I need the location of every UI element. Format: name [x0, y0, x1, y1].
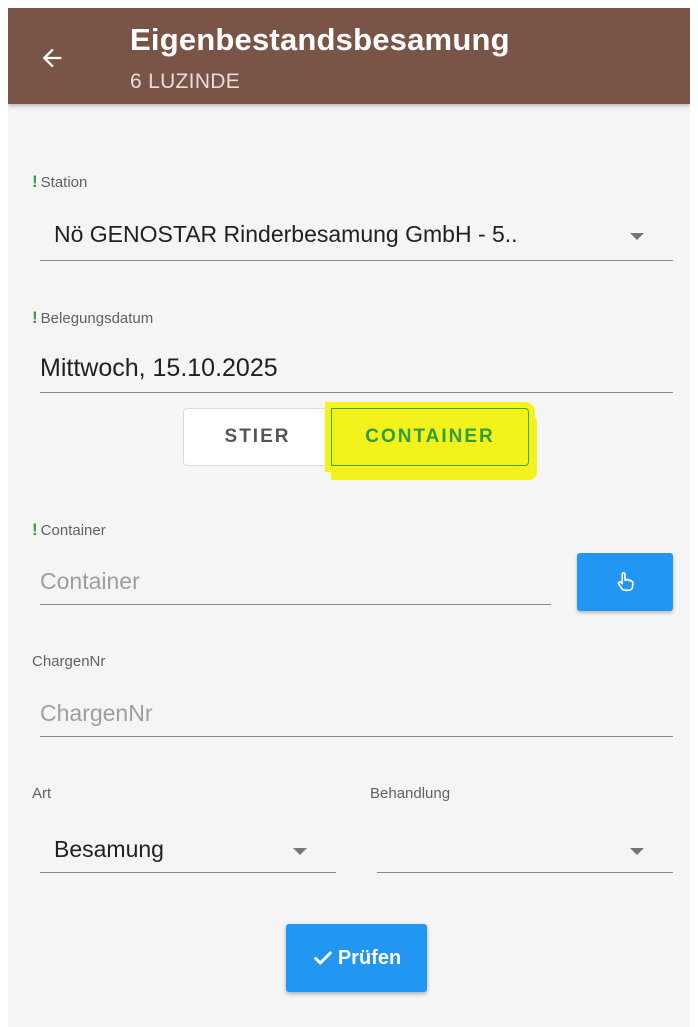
page-title: Eigenbestandsbesamung — [130, 22, 510, 57]
chevron-down-icon[interactable] — [293, 848, 307, 855]
required-marker: ! — [32, 172, 38, 191]
container-label: ! Container — [32, 520, 106, 539]
chargennr-underline — [40, 736, 673, 737]
behandlung-label: Behandlung — [370, 785, 451, 802]
toggle-container[interactable]: CONTAINER — [331, 408, 529, 466]
toggle-stier[interactable]: STIER — [183, 408, 331, 466]
art-select-value[interactable]: Besamung — [54, 836, 164, 863]
container-input[interactable]: Container — [40, 568, 140, 595]
required-marker: ! — [32, 520, 38, 539]
back-button[interactable] — [32, 38, 72, 78]
belegungsdatum-label: ! Belegungsdatum — [32, 308, 154, 327]
app-bar: Eigenbestandsbesamung 6 LUZINDE — [8, 8, 690, 104]
art-label: Art — [32, 785, 52, 802]
hand-pointer-icon — [617, 572, 634, 592]
check-icon — [312, 947, 334, 969]
art-underline — [40, 872, 336, 873]
chargennr-input[interactable]: ChargenNr — [40, 700, 153, 727]
belegungsdatum-field[interactable]: Mittwoch, 15.10.2025 — [40, 354, 278, 383]
belegungsdatum-underline — [40, 392, 673, 393]
chevron-down-icon[interactable] — [630, 848, 644, 855]
container-underline — [40, 604, 551, 605]
pruefen-button[interactable]: Prüfen — [286, 924, 427, 992]
source-toggle: STIER CONTAINER — [183, 408, 529, 466]
chargennr-label: ChargenNr — [32, 653, 106, 670]
behandlung-underline — [377, 872, 673, 873]
pruefen-label: Prüfen — [337, 946, 402, 969]
station-select-value[interactable]: Nö GENOSTAR Rinderbesamung GmbH - 5.. — [54, 221, 518, 248]
app-screen: Eigenbestandsbesamung 6 LUZINDE ! Station… — [8, 8, 690, 1027]
station-underline — [40, 260, 673, 261]
arrow-left-icon — [42, 48, 62, 68]
page-subtitle: 6 LUZINDE — [130, 70, 241, 93]
required-marker: ! — [32, 308, 38, 327]
chevron-down-icon[interactable] — [630, 233, 644, 240]
container-pick-button[interactable] — [577, 553, 673, 611]
station-label: ! Station — [32, 172, 88, 191]
